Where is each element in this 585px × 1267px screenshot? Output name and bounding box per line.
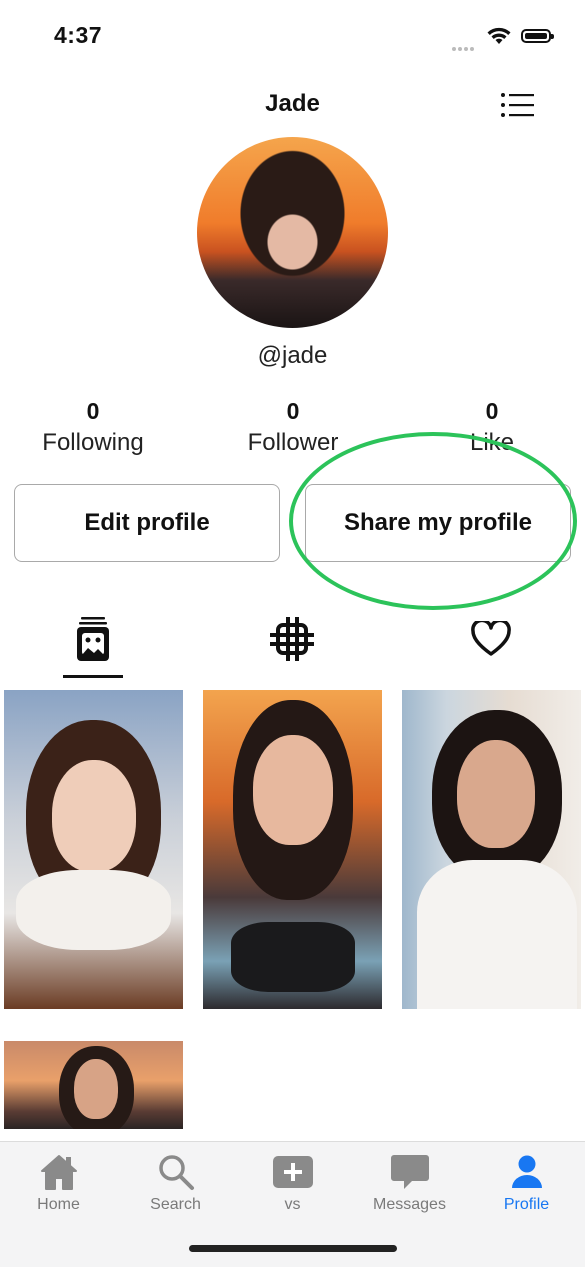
nav-label: Home	[37, 1196, 80, 1213]
stat-following[interactable]: 0 Following	[3, 398, 183, 457]
media-thumbnail[interactable]	[203, 690, 382, 1009]
nav-search[interactable]: Search	[117, 1150, 234, 1214]
message-icon	[390, 1155, 429, 1189]
search-icon	[158, 1155, 194, 1190]
media-thumbnail[interactable]	[4, 690, 183, 1009]
stat-value: 0	[286, 398, 300, 424]
tab-posts[interactable]	[63, 612, 123, 666]
profile-icon	[511, 1155, 542, 1188]
tab-likes[interactable]	[461, 612, 521, 666]
stat-like[interactable]: 0 Like	[402, 398, 582, 457]
cellular-signal-icon	[452, 38, 476, 56]
home-indicator	[189, 1245, 397, 1252]
avatar[interactable]	[197, 137, 388, 328]
username-handle: @jade	[257, 342, 328, 369]
nav-label: Profile	[503, 1196, 550, 1213]
grid-crop-icon	[270, 617, 314, 661]
nav-label: Search	[150, 1196, 201, 1213]
edit-profile-button[interactable]: Edit profile	[14, 484, 280, 562]
nav-label: Messages	[373, 1196, 446, 1213]
list-menu-icon[interactable]	[500, 92, 536, 118]
wifi-icon	[487, 27, 511, 44]
stat-follower[interactable]: 0 Follower	[203, 398, 383, 457]
status-time: 4:37	[54, 22, 103, 48]
nav-label: vs	[284, 1196, 301, 1213]
share-profile-button[interactable]: Share my profile	[305, 484, 571, 562]
stat-label: Like	[469, 429, 515, 456]
heart-icon	[471, 621, 511, 656]
stat-value: 0	[86, 398, 100, 424]
nav-home[interactable]: Home	[0, 1150, 117, 1214]
nav-messages[interactable]: Messages	[351, 1150, 468, 1214]
home-icon	[40, 1155, 77, 1190]
stat-label: Follower	[247, 429, 339, 456]
nav-vs[interactable]: vs	[234, 1150, 351, 1214]
profile-title: Jade	[265, 90, 320, 117]
battery-icon	[521, 29, 554, 43]
media-thumbnail[interactable]	[4, 1041, 183, 1129]
posts-icon	[77, 617, 109, 661]
media-thumbnail[interactable]	[402, 690, 581, 1009]
plus-square-icon	[272, 1156, 313, 1188]
stat-label: Following	[42, 429, 144, 456]
tab-crop[interactable]	[262, 612, 322, 666]
stat-value: 0	[485, 398, 499, 424]
nav-profile[interactable]: Profile	[468, 1150, 585, 1214]
tab-selected-indicator	[63, 675, 123, 678]
